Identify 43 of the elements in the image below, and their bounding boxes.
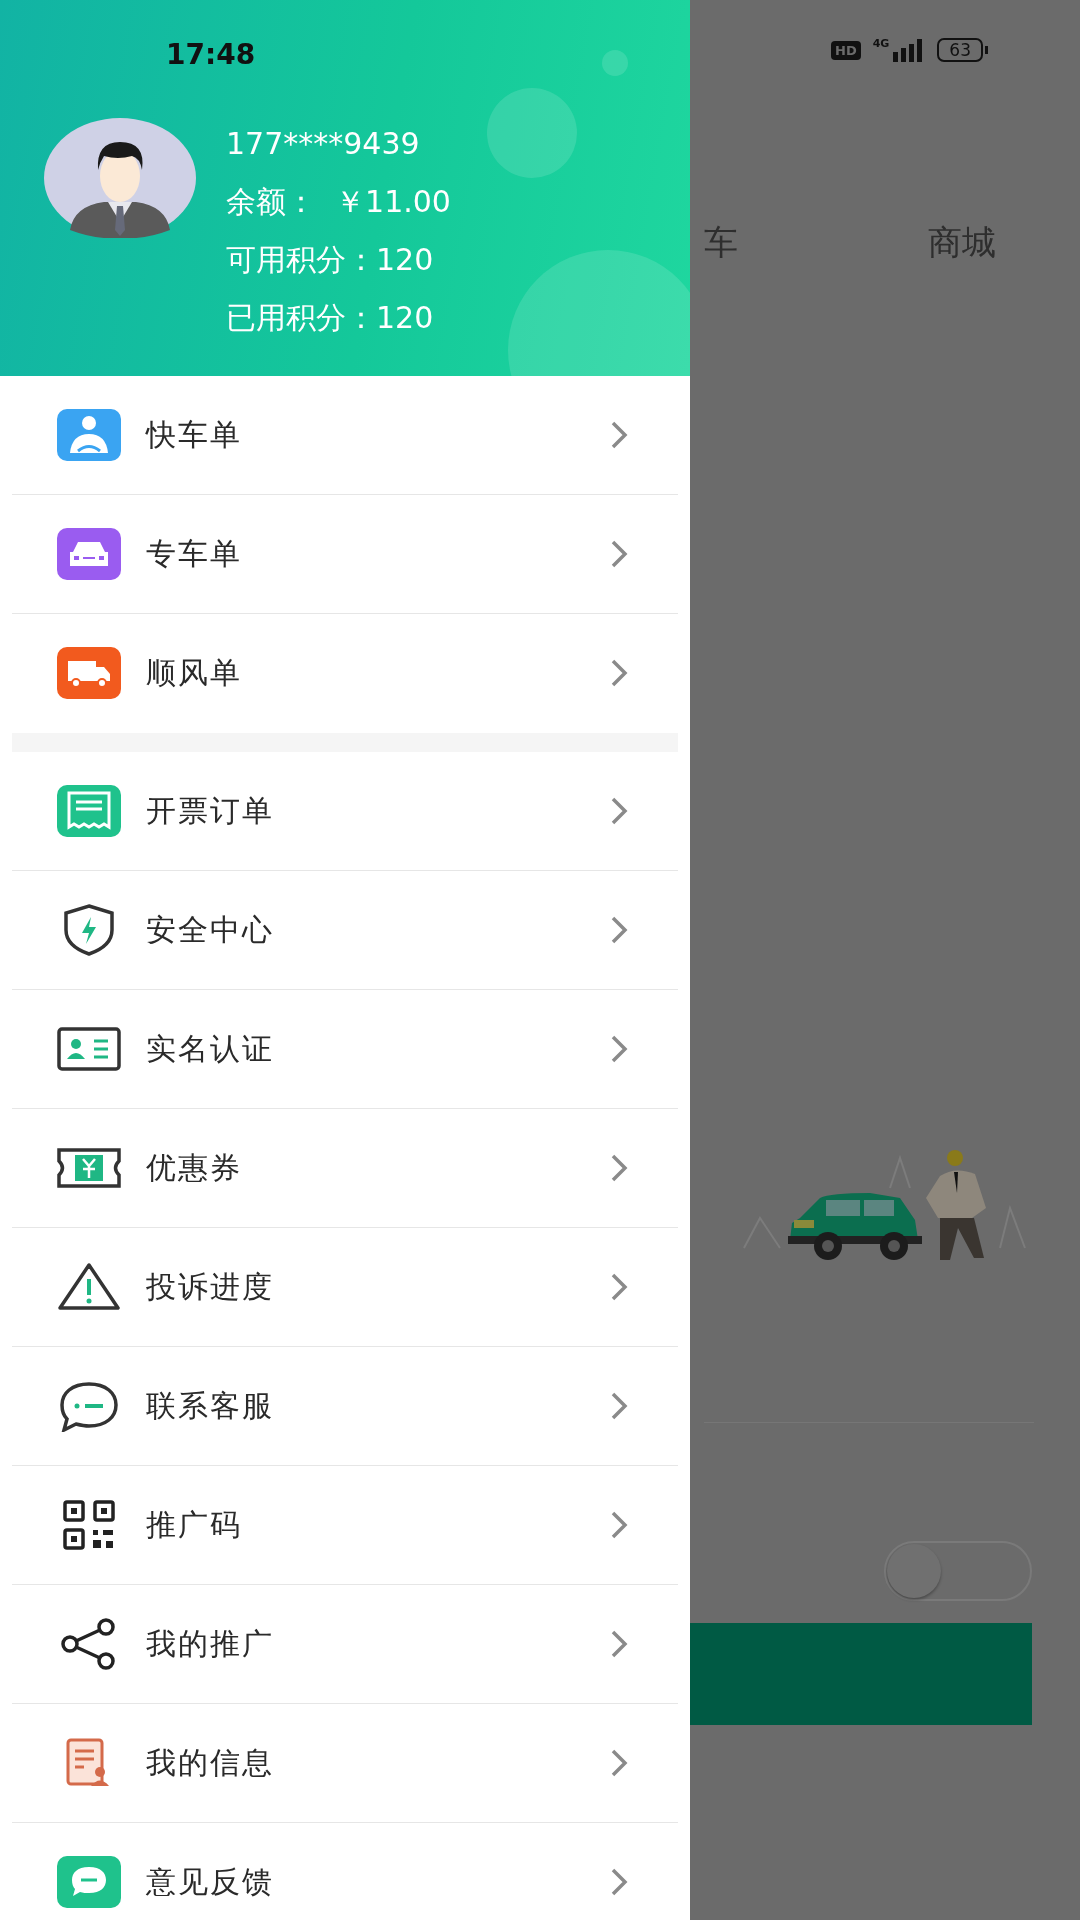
cellular-signal: 4G xyxy=(872,38,926,62)
menu-item[interactable]: 实名认证 xyxy=(12,990,678,1109)
menu-item[interactable]: 推广码 xyxy=(12,1466,678,1585)
chevron-right-icon xyxy=(610,1153,628,1183)
chevron-right-icon xyxy=(610,915,628,945)
decorative-circle xyxy=(602,50,628,76)
chevron-right-icon xyxy=(610,796,628,826)
status-time: 17:48 xyxy=(166,38,256,71)
toggle-switch[interactable] xyxy=(884,1541,1032,1601)
hd-badge: HD xyxy=(831,40,861,60)
menu-item[interactable]: 优惠券 xyxy=(12,1109,678,1228)
menu-item[interactable]: 投诉进度 xyxy=(12,1228,678,1347)
phone-number: 177****9439 xyxy=(226,125,421,163)
menu-item[interactable]: 意见反馈 xyxy=(12,1823,678,1920)
chevron-right-icon xyxy=(610,1510,628,1540)
chevron-right-icon xyxy=(610,1272,628,1302)
chevron-right-icon xyxy=(610,1034,628,1064)
chevron-right-icon xyxy=(610,1629,628,1659)
chevron-right-icon xyxy=(610,1748,628,1778)
menu-item[interactable]: 联系客服 xyxy=(12,1347,678,1466)
available-points-text: 可用积分：120 xyxy=(226,241,435,279)
used-points-text: 已用积分：120 xyxy=(226,299,435,337)
menu-item[interactable]: 我的推广 xyxy=(12,1585,678,1704)
message-icon xyxy=(56,1856,122,1908)
menu-item[interactable]: 专车单 xyxy=(12,495,678,614)
menu-item[interactable]: 安全中心 xyxy=(12,871,678,990)
menu-item[interactable]: 快车单 xyxy=(12,376,678,495)
chevron-right-icon xyxy=(610,1867,628,1897)
chevron-right-icon xyxy=(610,658,628,688)
driver-icon xyxy=(56,409,122,461)
chevron-right-icon xyxy=(610,1391,628,1421)
action-button[interactable] xyxy=(690,1623,1032,1725)
chevron-right-icon xyxy=(610,539,628,569)
menu-item[interactable]: 开票订单 xyxy=(12,752,678,871)
battery-indicator: 63 xyxy=(937,38,988,62)
chevron-right-icon xyxy=(610,420,628,450)
receipt-icon xyxy=(56,785,122,837)
warning-icon xyxy=(56,1261,122,1313)
truck-icon xyxy=(56,647,122,699)
menu-item[interactable]: 我的信息 xyxy=(12,1704,678,1823)
car-icon xyxy=(56,528,122,580)
menu-item[interactable]: 顺风单 xyxy=(12,614,678,732)
balance-text: 余额： ￥11.00 xyxy=(226,183,451,221)
